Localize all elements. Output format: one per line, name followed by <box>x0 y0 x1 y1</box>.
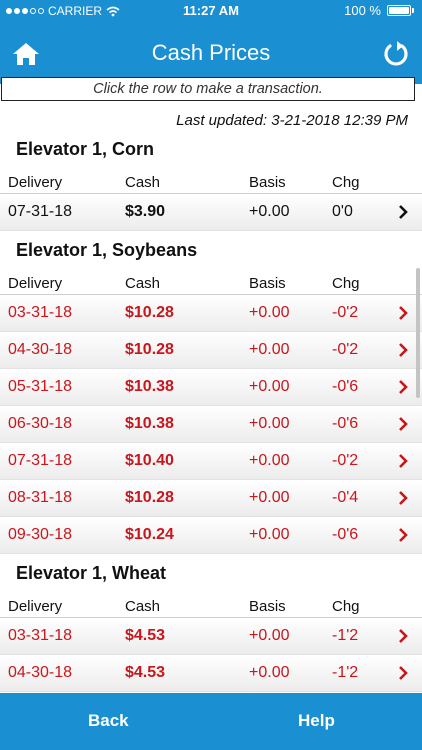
row-basis: +0.00 <box>249 664 290 681</box>
cash-price-list: Elevator 1, Corn Delivery Cash Basis Chg… <box>0 130 422 693</box>
bottom-toolbar: Back Help <box>0 693 422 750</box>
last-updated: Last updated: 3-21-2018 12:39 PM <box>176 112 408 129</box>
row-basis: +0.00 <box>249 378 290 395</box>
help-button[interactable]: Help <box>298 711 335 731</box>
row-delivery: 09-30-18 <box>8 526 73 543</box>
row-basis: +0.00 <box>249 627 290 644</box>
section-soybeans: Elevator 1, Soybeans Delivery Cash Basis… <box>0 231 422 554</box>
top-bar: CARRIER 11:27 AM 100 % Cash Prices <box>0 0 422 84</box>
price-row[interactable]: 03-31-18 $4.53 +0.00 -1'2 <box>0 618 422 655</box>
scrollbar[interactable] <box>416 268 420 398</box>
column-header: Delivery Cash Basis Chg <box>0 168 422 194</box>
refresh-icon[interactable] <box>382 40 410 68</box>
row-chg: -0'6 <box>332 378 359 395</box>
row-delivery: 03-31-18 <box>8 304 73 321</box>
row-delivery: 07-31-18 <box>8 452 73 469</box>
instruction-banner: Click the row to make a transaction. <box>1 77 415 101</box>
chevron-right-icon <box>399 205 408 219</box>
row-chg: -0'2 <box>332 341 359 358</box>
price-row[interactable]: 08-31-18 $10.28 +0.00 -0'4 <box>0 480 422 517</box>
row-chg: -1'2 <box>332 664 359 681</box>
col-basis: Basis <box>249 174 286 191</box>
chevron-right-icon <box>399 343 408 357</box>
row-cash: $10.38 <box>125 378 174 395</box>
row-delivery: 04-30-18 <box>8 664 73 681</box>
row-cash: $10.24 <box>125 526 174 543</box>
row-basis: +0.00 <box>249 526 290 543</box>
row-delivery: 06-30-18 <box>8 415 73 432</box>
price-row[interactable]: 04-30-18 $10.28 +0.00 -0'2 <box>0 332 422 369</box>
row-chg: -0'2 <box>332 452 359 469</box>
row-chg: -0'6 <box>332 526 359 543</box>
price-row[interactable]: 09-30-18 $10.24 +0.00 -0'6 <box>0 517 422 554</box>
row-cash: $10.28 <box>125 341 174 358</box>
section-title: Elevator 1, Soybeans <box>16 240 198 260</box>
price-row[interactable]: 07-31-18 $3.90 +0.00 0'0 <box>0 194 422 231</box>
price-row[interactable]: 07-31-18 $10.40 +0.00 -0'2 <box>0 443 422 480</box>
back-button[interactable]: Back <box>88 711 129 731</box>
col-delivery: Delivery <box>8 598 63 615</box>
section-wheat: Elevator 1, Wheat Delivery Cash Basis Ch… <box>0 554 422 692</box>
chevron-right-icon <box>399 454 408 468</box>
battery-label: 100 % <box>344 3 381 18</box>
col-basis: Basis <box>249 598 286 615</box>
row-cash: $3.90 <box>125 203 166 220</box>
row-cash: $10.28 <box>125 489 174 506</box>
row-chg: -0'2 <box>332 304 359 321</box>
col-delivery: Delivery <box>8 174 63 191</box>
row-basis: +0.00 <box>249 304 290 321</box>
col-basis: Basis <box>249 275 286 292</box>
row-delivery: 04-30-18 <box>8 341 73 358</box>
row-basis: +0.00 <box>249 452 290 469</box>
col-cash: Cash <box>125 174 161 191</box>
row-basis: +0.00 <box>249 489 290 506</box>
row-delivery: 03-31-18 <box>8 627 73 644</box>
row-delivery: 07-31-18 <box>8 203 73 220</box>
section-corn: Elevator 1, Corn Delivery Cash Basis Chg… <box>0 130 422 231</box>
col-chg: Chg <box>332 598 360 615</box>
chevron-right-icon <box>399 528 408 542</box>
col-delivery: Delivery <box>8 275 63 292</box>
col-cash: Cash <box>125 598 161 615</box>
battery-status: 100 % <box>344 3 414 18</box>
col-cash: Cash <box>125 275 161 292</box>
row-delivery: 08-31-18 <box>8 489 73 506</box>
row-chg: -1'2 <box>332 627 359 644</box>
row-cash: $4.53 <box>125 664 166 681</box>
row-chg: -0'6 <box>332 415 359 432</box>
section-title: Elevator 1, Wheat <box>16 563 167 583</box>
row-delivery: 05-31-18 <box>8 378 73 395</box>
column-header: Delivery Cash Basis Chg <box>0 269 422 295</box>
chevron-right-icon <box>399 629 408 643</box>
row-basis: +0.00 <box>249 341 290 358</box>
price-row[interactable]: 04-30-18 $4.53 +0.00 -1'2 <box>0 655 422 692</box>
chevron-right-icon <box>399 491 408 505</box>
column-header: Delivery Cash Basis Chg <box>0 592 422 618</box>
chevron-right-icon <box>399 417 408 431</box>
col-chg: Chg <box>332 174 360 191</box>
chevron-right-icon <box>399 666 408 680</box>
chevron-right-icon <box>399 380 408 394</box>
row-basis: +0.00 <box>249 415 290 432</box>
battery-icon <box>387 5 411 16</box>
chevron-right-icon <box>399 306 408 320</box>
page-title: Cash Prices <box>151 40 271 65</box>
row-chg: 0'0 <box>332 203 353 220</box>
row-cash: $4.53 <box>125 627 166 644</box>
status-bar: CARRIER 11:27 AM 100 % <box>0 0 422 22</box>
price-row[interactable]: 03-31-18 $10.28 +0.00 -0'2 <box>0 295 422 332</box>
row-basis: +0.00 <box>249 203 290 220</box>
col-chg: Chg <box>332 275 360 292</box>
price-row[interactable]: 06-30-18 $10.38 +0.00 -0'6 <box>0 406 422 443</box>
price-row[interactable]: 05-31-18 $10.38 +0.00 -0'6 <box>0 369 422 406</box>
row-cash: $10.40 <box>125 452 174 469</box>
section-title: Elevator 1, Corn <box>16 139 155 159</box>
row-cash: $10.38 <box>125 415 174 432</box>
row-cash: $10.28 <box>125 304 174 321</box>
nav-bar: Cash Prices <box>0 30 422 78</box>
row-chg: -0'4 <box>332 489 359 506</box>
